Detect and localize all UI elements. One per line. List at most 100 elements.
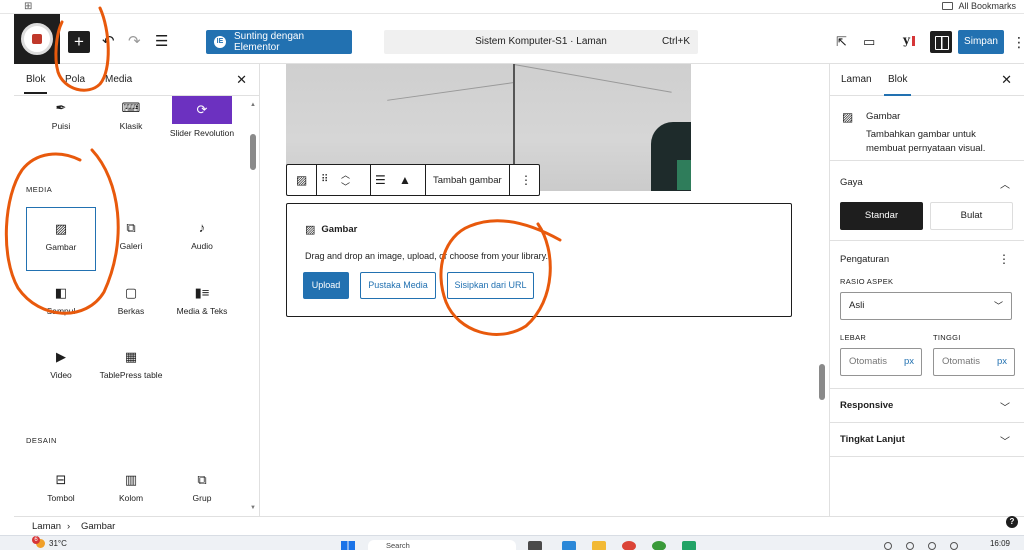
advanced-panel-title[interactable]: Tingkat Lanjut	[840, 434, 905, 445]
tab-media[interactable]: Media	[105, 74, 132, 85]
store-app-icon[interactable]	[562, 541, 576, 550]
panel-divider	[830, 456, 1024, 457]
width-unit[interactable]: px	[904, 349, 914, 375]
search-placeholder: Search	[386, 541, 410, 550]
apps-grid-icon[interactable]: ⊞	[24, 1, 32, 12]
file-icon: ▢	[124, 285, 138, 300]
canvas-scrollbar-thumb[interactable]	[819, 364, 825, 400]
edit-with-elementor-button[interactable]: IE Sunting dengan Elementor	[206, 30, 352, 54]
breadcrumb-image[interactable]: Gambar	[81, 521, 115, 532]
block-kolom[interactable]: ▥ Kolom	[96, 471, 166, 503]
block-label: Kolom	[118, 493, 144, 503]
height-input[interactable]: Otomatis px	[933, 348, 1015, 376]
settings-tabs: Laman Blok ✕	[830, 64, 1024, 96]
block-gambar[interactable]: ▨ Gambar	[26, 207, 96, 271]
image-icon: ▨	[296, 173, 308, 187]
volume-icon[interactable]	[950, 542, 958, 550]
align-icon[interactable]: ☰	[375, 173, 386, 187]
yoast-seo-icon[interactable]: y	[903, 33, 915, 47]
taskbar-search[interactable]: Search	[368, 540, 516, 550]
close-settings-icon[interactable]: ✕	[1001, 72, 1012, 88]
chevron-up-icon[interactable]: ︿	[1000, 176, 1010, 191]
move-controls: ⠿ ︿ ﹀	[317, 165, 371, 195]
tray-icon[interactable]	[906, 542, 914, 550]
block-media-teks[interactable]: ▮≡ Media & Teks	[167, 284, 237, 316]
tab-blocks[interactable]: Blok	[23, 74, 48, 94]
block-klasik[interactable]: ⌨ Klasik	[96, 99, 166, 131]
folder-icon	[942, 2, 954, 10]
width-label: LEBAR	[840, 333, 867, 342]
redo-icon[interactable]: ↷	[128, 31, 141, 53]
inserter-scrollbar-thumb[interactable]	[250, 134, 256, 170]
file-explorer-icon[interactable]	[592, 541, 606, 550]
block-berkas[interactable]: ▢ Berkas	[96, 284, 166, 316]
warning-icon[interactable]: ▲	[399, 173, 411, 187]
windows-start-icon[interactable]	[341, 541, 355, 550]
help-icon[interactable]: ?	[1006, 516, 1018, 528]
style-rounded-button[interactable]: Bulat	[930, 202, 1013, 230]
block-type-button[interactable]: ▨	[287, 165, 317, 195]
responsive-panel-title[interactable]: Responsive	[840, 400, 893, 411]
image-placeholder-block[interactable]: ▨ Gambar Drag and drop an image, upload,…	[286, 203, 792, 317]
editor-top-toolbar: + ↶ ↷ ☰ IE Sunting dengan Elementor Sist…	[14, 14, 1024, 64]
width-input[interactable]: Otomatis px	[840, 348, 922, 376]
block-breadcrumb: Laman › Gambar	[14, 516, 1024, 535]
block-tablepress[interactable]: ▦ TablePress table	[96, 348, 166, 380]
task-view-icon[interactable]	[528, 541, 542, 550]
temperature: 31°C	[49, 539, 67, 548]
audio-icon: ♪	[198, 220, 206, 235]
undo-icon[interactable]: ↶	[102, 31, 115, 53]
height-unit[interactable]: px	[997, 349, 1007, 375]
chrome-icon[interactable]	[622, 541, 636, 550]
block-grup[interactable]: ⧉ Grup	[167, 471, 237, 503]
wifi-icon[interactable]	[928, 542, 936, 550]
block-tombol[interactable]: ⊟ Tombol	[26, 471, 96, 503]
insert-from-url-button[interactable]: Sisipkan dari URL	[447, 272, 534, 299]
style-default-button[interactable]: Standar	[840, 202, 923, 230]
excel-icon[interactable]	[682, 541, 696, 550]
block-options-icon[interactable]: ⋮	[520, 173, 532, 187]
chevron-down-icon[interactable]: ﹀	[1000, 433, 1010, 448]
tab-page[interactable]: Laman	[841, 74, 872, 85]
tray-icon[interactable]	[884, 542, 892, 550]
block-galeri[interactable]: ⧉ Galeri	[96, 219, 166, 251]
taskbar-clock[interactable]: 16:09	[990, 539, 1010, 548]
block-inserter-toggle[interactable]: +	[68, 31, 90, 53]
media-library-button[interactable]: Pustaka Media	[360, 272, 436, 299]
site-logo-button[interactable]	[14, 14, 60, 64]
slider-revolution-icon[interactable]: ⟳	[172, 96, 232, 124]
block-puisi[interactable]: ✒ Puisi	[26, 99, 96, 131]
move-down-icon[interactable]: ﹀	[341, 180, 350, 194]
toolbar-divider	[425, 165, 426, 195]
document-overview-icon[interactable]: ☰	[155, 31, 168, 53]
scroll-up-arrow[interactable]: ▲	[250, 102, 256, 108]
options-menu-icon[interactable]: ⋮	[1012, 31, 1024, 53]
tab-block[interactable]: Blok	[883, 74, 913, 96]
all-bookmarks-button[interactable]: All Bookmarks	[942, 1, 1016, 11]
tab-patterns[interactable]: Pola	[65, 74, 85, 85]
styles-panel-title[interactable]: Gaya	[840, 177, 863, 188]
chevron-down-icon: ﹀	[993, 301, 1003, 311]
settings-sidebar-toggle[interactable]	[930, 31, 952, 53]
block-video[interactable]: ▶ Video	[26, 348, 96, 380]
chevron-down-icon[interactable]: ﹀	[1000, 399, 1010, 414]
save-button[interactable]: Simpan	[958, 30, 1004, 54]
drag-handle-icon[interactable]: ⠿	[321, 173, 328, 187]
whatsapp-icon[interactable]	[652, 541, 666, 550]
breadcrumb-page[interactable]: Laman	[32, 521, 61, 532]
block-audio[interactable]: ♪ Audio	[167, 219, 237, 251]
upload-button[interactable]: Upload	[303, 272, 349, 299]
settings-options-icon[interactable]: ⋮	[998, 252, 1010, 266]
weather-widget[interactable]: 6 31°C	[32, 536, 67, 548]
block-sampul[interactable]: ◧ Sampul	[26, 284, 96, 316]
scroll-down-arrow[interactable]: ▼	[250, 505, 256, 511]
add-image-button[interactable]: Tambah gambar	[433, 175, 502, 186]
breadcrumb-separator: ›	[67, 521, 71, 532]
cable-line	[513, 64, 515, 164]
command-palette-bar[interactable]: Sistem Komputer-S1 · Laman Ctrl+K	[384, 30, 698, 54]
close-inserter-icon[interactable]: ✕	[236, 72, 247, 88]
preview-desktop-icon[interactable]: ▭	[863, 31, 875, 53]
block-slider-revolution[interactable]: Slider Revolution	[167, 128, 237, 138]
view-page-external-icon[interactable]: ⇱	[836, 31, 847, 53]
aspect-ratio-select[interactable]: Asli ﹀	[840, 292, 1012, 320]
